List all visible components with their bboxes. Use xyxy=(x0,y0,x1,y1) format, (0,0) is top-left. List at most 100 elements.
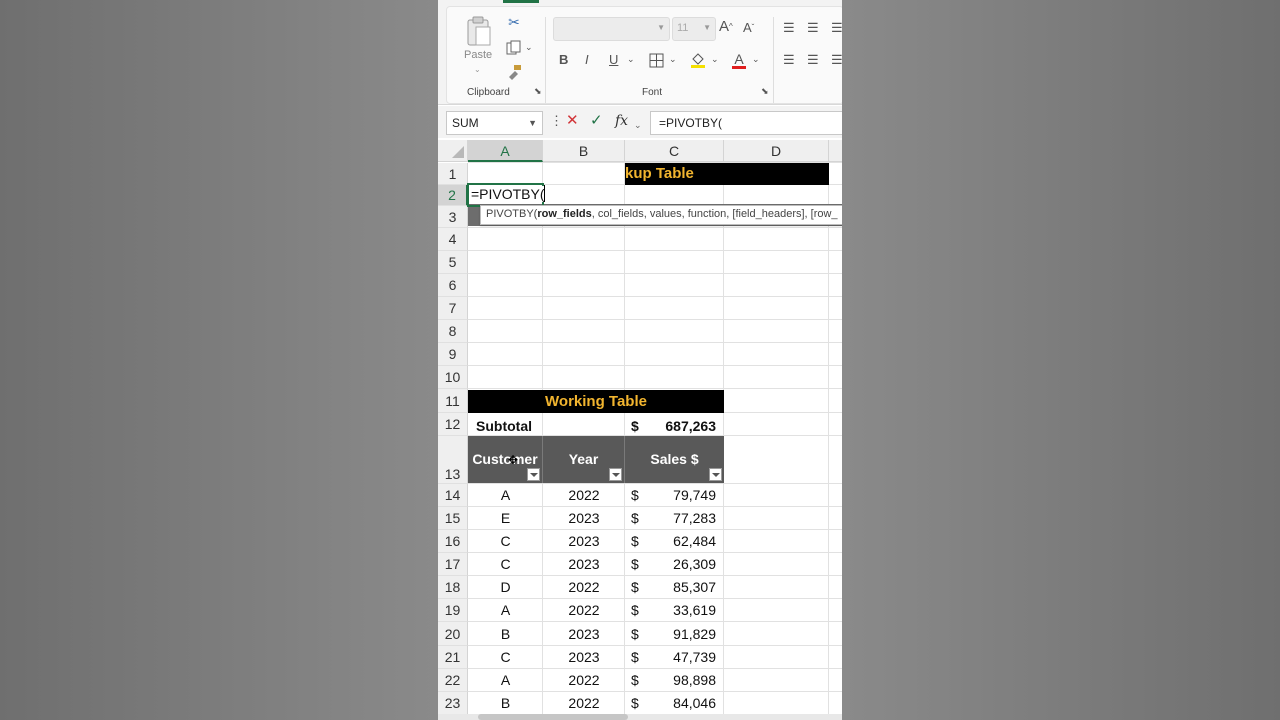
cell-customer[interactable]: C xyxy=(468,530,543,553)
cancel-icon[interactable]: ✕ xyxy=(566,112,579,130)
row-header-21[interactable]: 21 xyxy=(438,646,468,669)
cell-year[interactable]: 2022 xyxy=(543,692,625,715)
chevron-down-icon[interactable]: ⌄ xyxy=(634,116,642,134)
row-header-9[interactable]: 9 xyxy=(438,343,468,366)
cell-year[interactable]: 2022 xyxy=(543,484,625,507)
align-center-icon[interactable]: ☰ xyxy=(807,53,819,66)
align-top-icon[interactable]: ☰ xyxy=(783,21,795,34)
filter-dropdown-icon[interactable] xyxy=(609,468,622,481)
font-size-dropdown[interactable]: 11 ▼ xyxy=(672,17,716,41)
font-name-dropdown[interactable]: ▼ xyxy=(553,17,670,41)
name-box[interactable]: SUM ▼ xyxy=(446,111,543,135)
row-header-13[interactable]: 13 xyxy=(438,436,468,484)
bold-button[interactable]: B xyxy=(559,53,568,66)
align-left-icon[interactable]: ☰ xyxy=(783,53,795,66)
cell-year[interactable]: 2022 xyxy=(543,669,625,692)
header-year[interactable]: Year xyxy=(543,436,625,483)
row-header-5[interactable]: 5 xyxy=(438,251,468,274)
italic-button[interactable]: I xyxy=(585,53,589,66)
cell-year[interactable]: 2023 xyxy=(543,622,625,646)
align-bottom-icon[interactable]: ☰ xyxy=(831,21,842,34)
row-header-14[interactable]: 14 xyxy=(438,484,468,507)
row-header-4[interactable]: 4 xyxy=(438,228,468,251)
copy-icon[interactable] xyxy=(505,39,523,57)
cell-customer[interactable]: D xyxy=(468,576,543,599)
fill-color-button[interactable] xyxy=(690,51,706,69)
cell-year[interactable]: 2023 xyxy=(543,530,625,553)
cell-sales-value[interactable]: 47,739 xyxy=(638,646,716,669)
row-header-20[interactable]: 20 xyxy=(438,622,468,646)
row-header-22[interactable]: 22 xyxy=(438,669,468,692)
filter-dropdown-icon[interactable] xyxy=(709,468,722,481)
worksheet-grid[interactable]: A B C D 1 2 3 4 5 6 7 8 9 10 11 12 13 14 15 16 17 18 19 20 2… xyxy=(438,140,842,720)
font-color-dropdown-icon[interactable]: ⌄ xyxy=(752,55,760,64)
cut-icon[interactable]: ✂ xyxy=(505,13,523,31)
tooltip-current-arg[interactable]: row_fields xyxy=(537,208,591,220)
row-header-11[interactable]: 11 xyxy=(438,389,468,413)
header-customer[interactable]: Customer xyxy=(468,436,543,483)
row-header-10[interactable]: 10 xyxy=(438,366,468,389)
row-header-3[interactable]: 3 xyxy=(438,206,468,228)
fill-color-dropdown-icon[interactable]: ⌄ xyxy=(711,55,719,64)
underline-button[interactable]: U xyxy=(609,53,618,66)
cell-sales-value[interactable]: 85,307 xyxy=(638,576,716,599)
select-all-button[interactable] xyxy=(438,140,468,162)
row-header-19[interactable]: 19 xyxy=(438,599,468,622)
cell-customer[interactable]: B xyxy=(468,692,543,715)
paste-button[interactable]: Paste ⌄ xyxy=(461,13,497,75)
column-header-d[interactable]: D xyxy=(724,140,829,162)
cell-customer[interactable]: A xyxy=(468,484,543,507)
cell-sales-value[interactable]: 33,619 xyxy=(638,599,716,622)
cell-sales-value[interactable]: 79,749 xyxy=(638,484,716,507)
cell-year[interactable]: 2022 xyxy=(543,599,625,622)
cell-customer[interactable]: B xyxy=(468,622,543,646)
row-header-6[interactable]: 6 xyxy=(438,274,468,297)
borders-button[interactable] xyxy=(648,52,664,68)
more-options-icon[interactable]: ⋮ xyxy=(550,112,563,130)
cell-sales-value[interactable]: 98,898 xyxy=(638,669,716,692)
row-header-12[interactable]: 12 xyxy=(438,413,468,436)
cell-year[interactable]: 2022 xyxy=(543,576,625,599)
column-header-a[interactable]: A xyxy=(468,140,543,162)
row-header-23[interactable]: 23 xyxy=(438,692,468,715)
font-color-button[interactable]: A xyxy=(731,51,747,69)
row-header-7[interactable]: 7 xyxy=(438,297,468,320)
cell-customer[interactable]: A xyxy=(468,599,543,622)
align-middle-icon[interactable]: ☰ xyxy=(807,21,819,34)
row-header-15[interactable]: 15 xyxy=(438,507,468,530)
row-header-18[interactable]: 18 xyxy=(438,576,468,599)
format-painter-icon[interactable] xyxy=(505,63,523,81)
copy-dropdown-icon[interactable]: ⌄ xyxy=(525,43,533,52)
cell-sales-value[interactable]: 77,283 xyxy=(638,507,716,530)
cell-customer[interactable]: C xyxy=(468,553,543,576)
cell-customer[interactable]: A xyxy=(468,669,543,692)
horizontal-scrollbar[interactable] xyxy=(438,714,842,720)
column-header-c[interactable]: C xyxy=(625,140,724,162)
cell-sales-value[interactable]: 91,829 xyxy=(638,622,716,646)
cell-customer[interactable]: C xyxy=(468,646,543,669)
cell-sales-value[interactable]: 26,309 xyxy=(638,553,716,576)
cell-sales-value[interactable]: 84,046 xyxy=(638,692,716,715)
clipboard-launcher-icon[interactable]: ⬊ xyxy=(534,87,542,96)
header-sales[interactable]: Sales $ xyxy=(625,436,724,483)
formula-input[interactable]: =PIVOTBY( xyxy=(650,111,842,135)
column-header-e[interactable] xyxy=(829,140,842,162)
column-header-b[interactable]: B xyxy=(543,140,625,162)
cell-customer[interactable]: E xyxy=(468,507,543,530)
scrollbar-thumb[interactable] xyxy=(478,714,628,720)
cell-sales-value[interactable]: 62,484 xyxy=(638,530,716,553)
enter-icon[interactable]: ✓ xyxy=(590,112,603,130)
underline-dropdown-icon[interactable]: ⌄ xyxy=(627,55,635,64)
align-right-icon[interactable]: ☰ xyxy=(831,53,842,66)
row-header-16[interactable]: 16 xyxy=(438,530,468,553)
cell-a2-editing[interactable]: =PIVOTBY( xyxy=(471,186,547,202)
decrease-font-button[interactable]: Aˇ xyxy=(743,21,754,34)
row-header-8[interactable]: 8 xyxy=(438,320,468,343)
font-launcher-icon[interactable]: ⬊ xyxy=(761,87,769,96)
filter-dropdown-icon[interactable] xyxy=(527,468,540,481)
insert-function-icon[interactable]: fx xyxy=(615,112,628,130)
increase-font-button[interactable]: A ^ xyxy=(719,19,733,34)
cell-year[interactable]: 2023 xyxy=(543,507,625,530)
cell-year[interactable]: 2023 xyxy=(543,553,625,576)
row-header-2[interactable]: 2 xyxy=(438,185,468,206)
